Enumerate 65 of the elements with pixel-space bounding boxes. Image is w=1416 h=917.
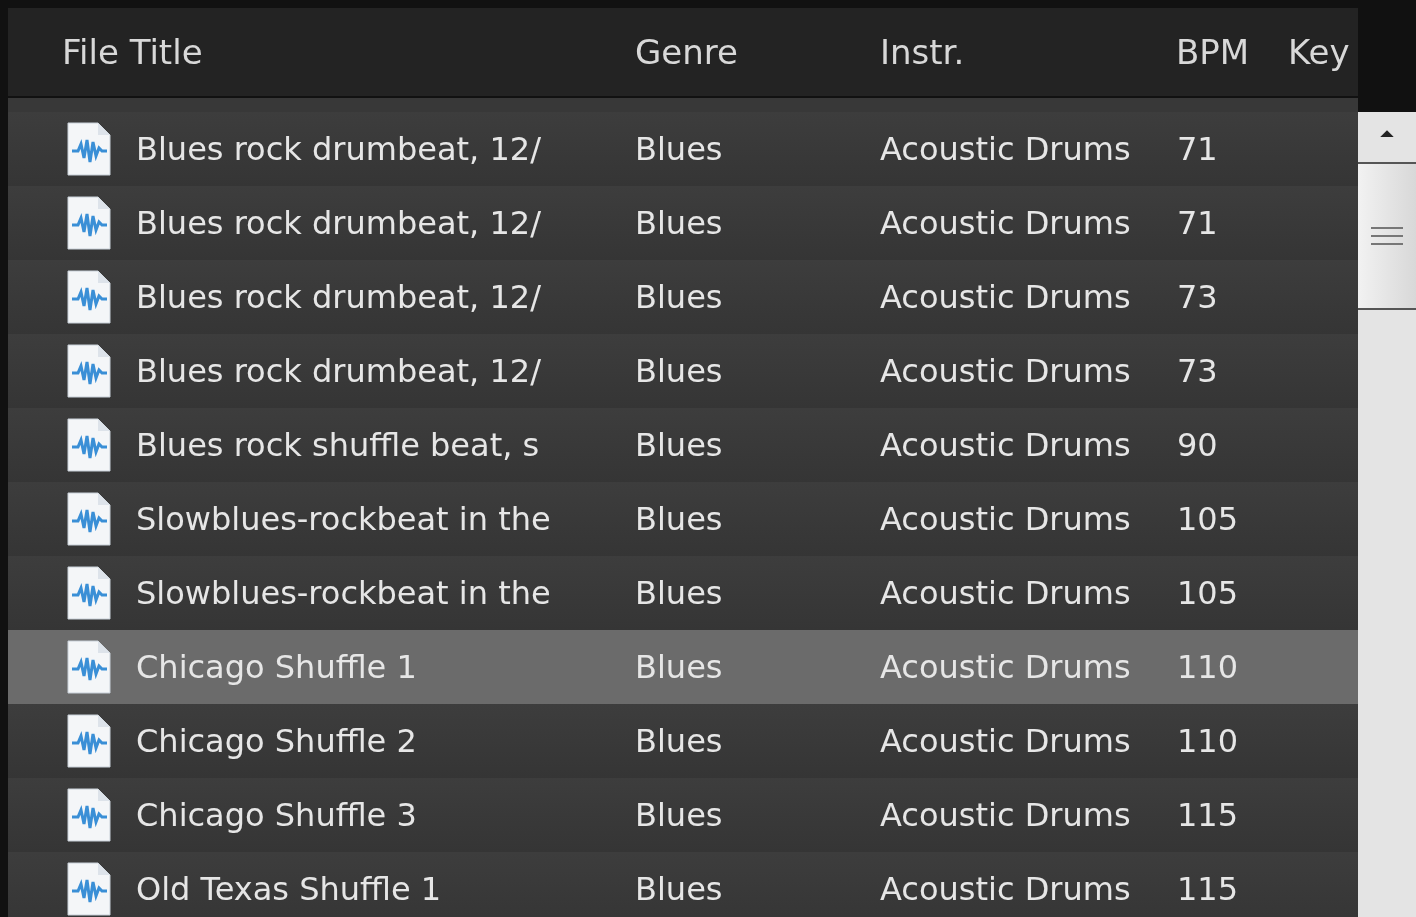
- instrument-cell: Acoustic Drums: [880, 352, 1131, 390]
- file-title: Blues rock drumbeat, 12/: [136, 351, 541, 392]
- bpm-cell: 73: [1177, 278, 1218, 316]
- instrument-cell: Acoustic Drums: [880, 870, 1131, 908]
- bpm-cell: 105: [1177, 500, 1239, 538]
- bpm-cell: 90: [1177, 426, 1218, 464]
- audio-file-icon: [66, 862, 112, 916]
- bpm-cell: 71: [1177, 204, 1218, 242]
- bpm-cell: 110: [1177, 722, 1239, 760]
- instrument-cell: Acoustic Drums: [880, 130, 1131, 168]
- instrument-cell: Acoustic Drums: [880, 574, 1131, 612]
- bpm-cell: 73: [1177, 352, 1218, 390]
- scrollbar-thumb[interactable]: [1358, 164, 1416, 310]
- audio-file-icon: [66, 418, 112, 472]
- table-row[interactable]: Old Texas Shuffle 1 Blues Acoustic Drums 115: [8, 852, 1358, 917]
- genre-cell: Blues: [635, 500, 723, 538]
- genre-cell: Blues: [635, 796, 723, 834]
- file-title: Blues rock drumbeat, 12/: [136, 277, 541, 318]
- file-title: Slowblues-rockbeat in the: [136, 573, 551, 614]
- file-title: Chicago Shuffle 3: [136, 795, 417, 836]
- file-title: Old Texas Shuffle 1: [136, 869, 442, 910]
- file-title: Slowblues-rockbeat in the: [136, 499, 551, 540]
- audio-file-icon: [66, 788, 112, 842]
- audio-file-icon: [66, 492, 112, 546]
- bpm-cell: 105: [1177, 574, 1239, 612]
- file-title: Chicago Shuffle 2: [136, 721, 417, 762]
- genre-cell: Blues: [635, 426, 723, 464]
- audio-file-icon: [66, 640, 112, 694]
- file-title: Blues rock drumbeat, 12/: [136, 203, 541, 244]
- genre-cell: Blues: [635, 278, 723, 316]
- instrument-cell: Acoustic Drums: [880, 426, 1131, 464]
- audio-file-icon: [66, 344, 112, 398]
- bpm-cell: 71: [1177, 130, 1218, 168]
- column-header[interactable]: Key: [1288, 31, 1350, 72]
- instrument-cell: Acoustic Drums: [880, 500, 1131, 538]
- instrument-cell: Acoustic Drums: [880, 278, 1131, 316]
- audio-file-icon: [66, 566, 112, 620]
- column-header[interactable]: Instr.: [880, 31, 965, 72]
- file-title: Blues rock shuffle beat, s: [136, 425, 540, 466]
- audio-file-icon: [66, 196, 112, 250]
- audio-file-icon: [66, 714, 112, 768]
- genre-cell: Blues: [635, 648, 723, 686]
- genre-cell: Blues: [635, 722, 723, 760]
- genre-cell: Blues: [635, 574, 723, 612]
- instrument-cell: Acoustic Drums: [880, 648, 1131, 686]
- instrument-cell: Acoustic Drums: [880, 204, 1131, 242]
- vertical-scrollbar[interactable]: [1358, 112, 1416, 917]
- bpm-cell: 115: [1177, 870, 1239, 908]
- file-title: Blues rock drumbeat, 12/: [136, 129, 541, 170]
- audio-file-icon: [66, 270, 112, 324]
- instrument-cell: Acoustic Drums: [880, 796, 1131, 834]
- grip-icon: [1369, 225, 1405, 247]
- bpm-cell: 115: [1177, 796, 1239, 834]
- column-header[interactable]: Genre: [635, 31, 738, 72]
- column-header[interactable]: BPM: [1176, 31, 1250, 72]
- bpm-cell: 110: [1177, 648, 1239, 686]
- genre-cell: Blues: [635, 204, 723, 242]
- table-row[interactable]: Chicago Shuffle 1 Blues Acoustic Drums 110: [8, 630, 1358, 704]
- genre-cell: Blues: [635, 870, 723, 908]
- instrument-cell: Acoustic Drums: [880, 722, 1131, 760]
- file-title: Chicago Shuffle 1: [136, 647, 417, 688]
- genre-cell: Blues: [635, 352, 723, 390]
- audio-file-icon: [66, 122, 112, 176]
- column-header[interactable]: File Title: [62, 31, 203, 72]
- genre-cell: Blues: [635, 130, 723, 168]
